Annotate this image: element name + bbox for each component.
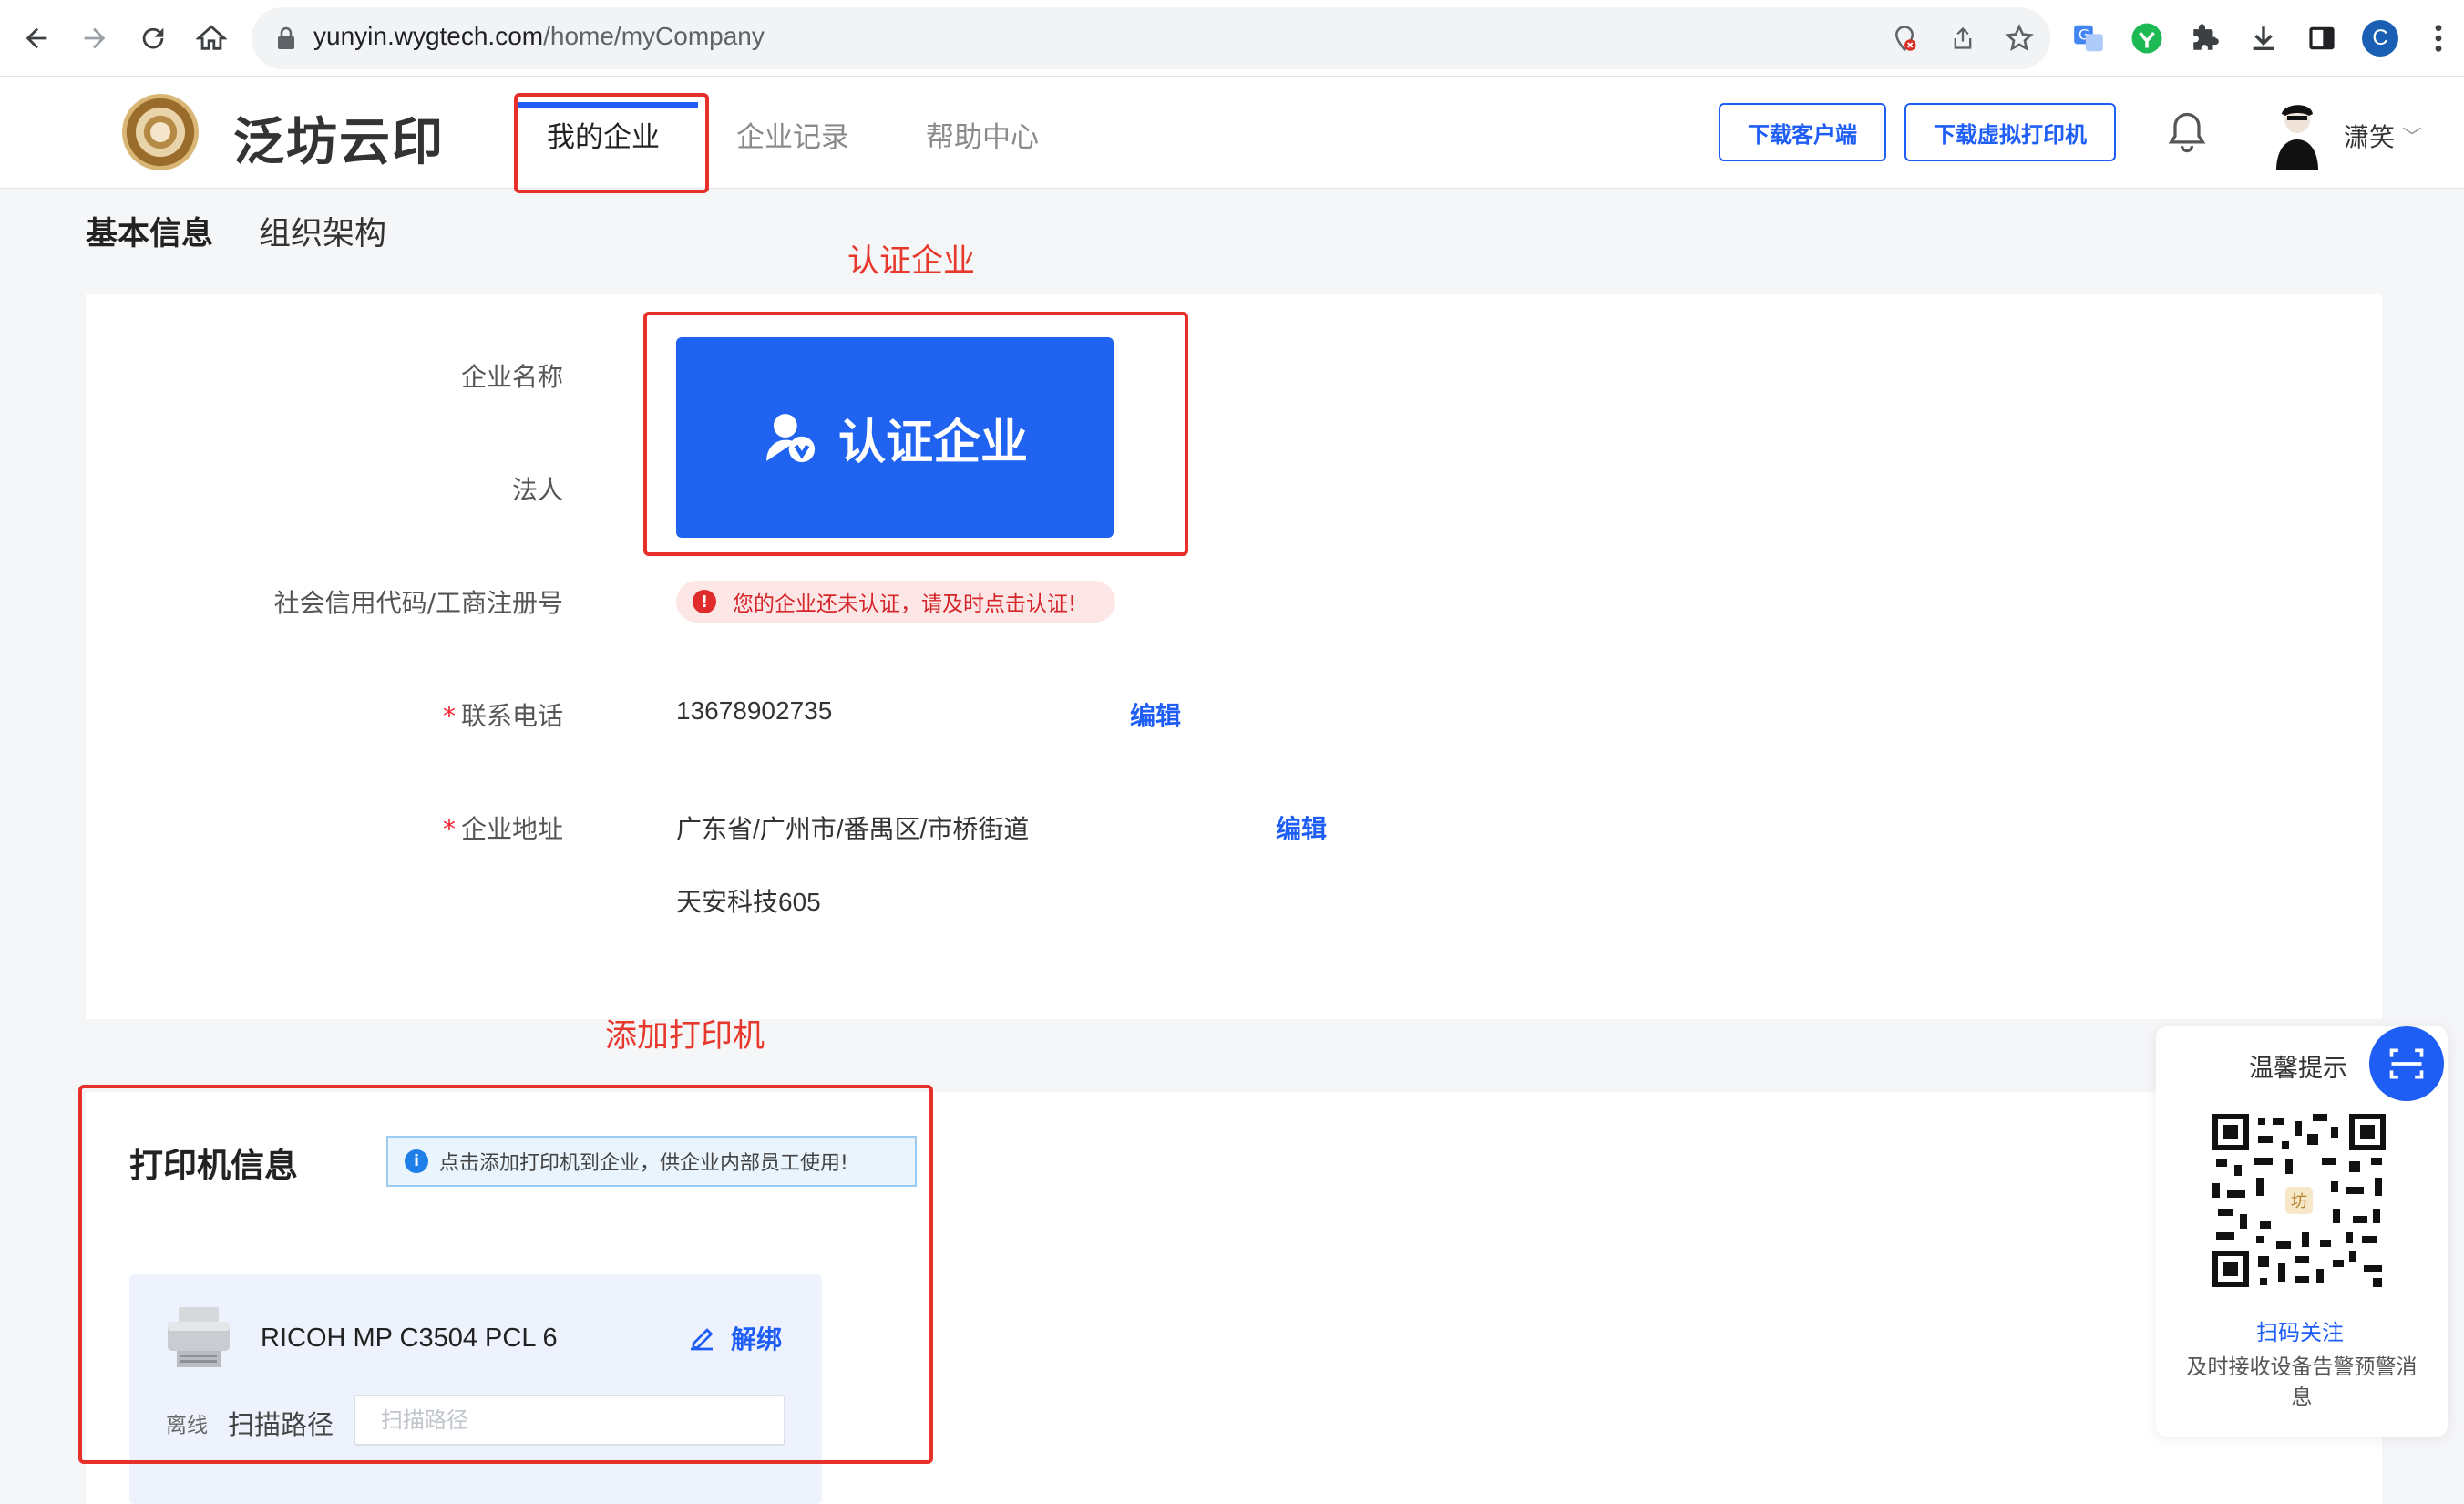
- address-line2: 天安科技605: [676, 888, 821, 916]
- chevron-down-icon[interactable]: ﹀: [2402, 121, 2422, 150]
- annotation-box-certify: [643, 312, 1188, 556]
- reload-icon[interactable]: [131, 16, 175, 60]
- company-info-panel: [86, 294, 2382, 1019]
- qr-title: 温馨提示: [2249, 1055, 2347, 1083]
- tab-help-center[interactable]: 帮助中心: [926, 114, 1039, 155]
- brand-name[interactable]: 泛坊云印: [233, 101, 445, 175]
- home-icon[interactable]: [190, 16, 233, 60]
- puzzle-icon[interactable]: [2185, 18, 2225, 58]
- warning-text: 您的企业还未认证，请及时点击认证!: [733, 592, 1077, 616]
- download-icon[interactable]: [2243, 18, 2284, 58]
- warning-icon: !: [693, 590, 716, 613]
- avatar[interactable]: [2271, 98, 2324, 170]
- label-company-name: 企业名称: [460, 362, 563, 392]
- annotation-certify-label: 认证企业: [847, 243, 976, 280]
- edit-address-link[interactable]: 编辑: [1276, 809, 1327, 846]
- location-blocked-icon[interactable]: [1888, 22, 1921, 55]
- qr-center-char: 坊: [2291, 1192, 2307, 1211]
- qr-follow-link[interactable]: 扫码关注: [2256, 1314, 2344, 1346]
- annotation-add-printer-label: 添加打印机: [605, 1018, 765, 1055]
- annotation-box-tab: [514, 93, 709, 193]
- phone-value: 13678902735: [676, 696, 833, 725]
- url-text[interactable]: yunyin.wygtech.com/home/myCompany: [313, 22, 765, 51]
- lock-icon[interactable]: [270, 22, 303, 55]
- back-arrow-icon[interactable]: [15, 16, 58, 60]
- download-virtual-printer-button[interactable]: 下载虚拟打印机: [1904, 103, 2116, 161]
- address-bar[interactable]: yunyin.wygtech.com/home/myCompany: [252, 7, 2050, 69]
- qr-description: 及时接收设备告警预警消息: [2186, 1355, 2418, 1409]
- app-header: 泛坊云印 我的企业 企业记录 帮助中心 下载客户端 下载虚拟打印机 潇笑 ﹀: [0, 77, 2464, 189]
- label-address: * 企业地址: [442, 814, 563, 844]
- bell-icon[interactable]: [2163, 108, 2211, 156]
- edit-phone-link[interactable]: 编辑: [1130, 696, 1181, 733]
- share-icon[interactable]: [1946, 22, 1979, 55]
- qr-code: 坊: [2212, 1114, 2386, 1287]
- side-panel-icon[interactable]: [2302, 18, 2342, 58]
- certify-warning: ! 您的企业还未认证，请及时点击认证!: [676, 581, 1115, 623]
- label-legal-person: 法人: [511, 475, 563, 505]
- username[interactable]: 潇笑: [2344, 118, 2395, 154]
- tab-company-records[interactable]: 企业记录: [736, 114, 849, 155]
- tab-basic-info[interactable]: 基本信息: [86, 208, 213, 254]
- download-client-button[interactable]: 下载客户端: [1719, 103, 1886, 161]
- label-phone: * 联系电话: [442, 701, 563, 731]
- scan-icon[interactable]: [2369, 1026, 2444, 1101]
- menu-dots-icon[interactable]: [2418, 18, 2459, 58]
- browser-toolbar: yunyin.wygtech.com/home/myCompany G C: [0, 0, 2464, 77]
- profile-avatar[interactable]: C: [2360, 18, 2400, 58]
- address-line1: 广东省/广州市/番禺区/市桥街道: [676, 815, 1030, 843]
- tab-org-structure[interactable]: 组织架构: [259, 208, 386, 254]
- star-icon[interactable]: [2003, 22, 2036, 55]
- label-credit-code: 社会信用代码/工商注册号: [273, 588, 563, 618]
- annotation-box-printer: [78, 1085, 933, 1464]
- translate-icon[interactable]: G: [2069, 18, 2109, 58]
- brand-logo[interactable]: [122, 94, 199, 170]
- extension-green-icon[interactable]: [2127, 18, 2167, 58]
- forward-arrow-icon[interactable]: [73, 16, 117, 60]
